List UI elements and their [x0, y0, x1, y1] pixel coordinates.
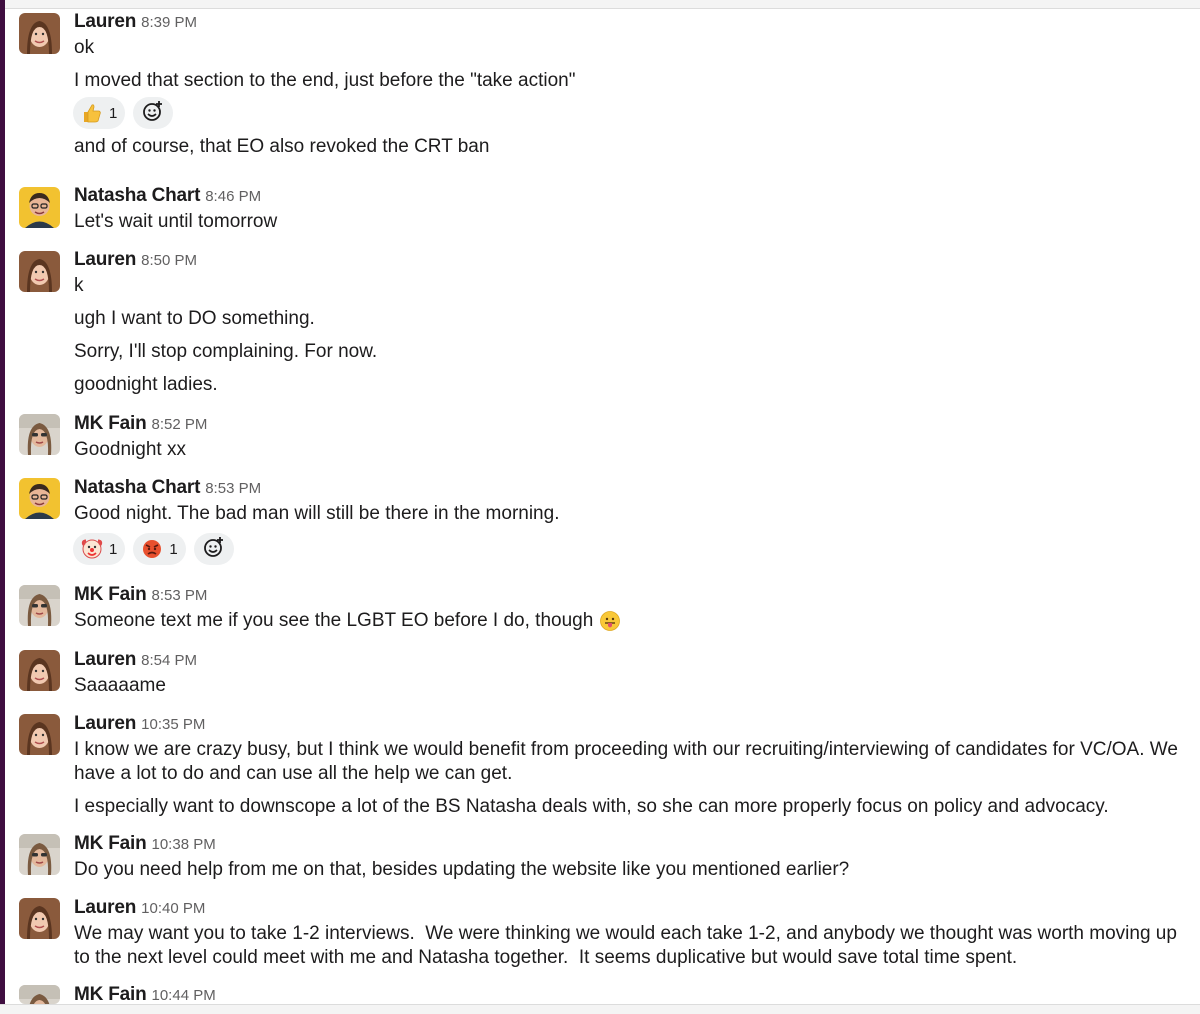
message-group: Lauren 10:40 PM We may want you to take 1…	[74, 894, 1184, 970]
message-group: Natasha Chart 8:46 PM Let's wait until to…	[74, 182, 277, 234]
author-name[interactable]: Lauren	[74, 897, 136, 918]
message-text: I know we are crazy busy, but I think we…	[74, 739, 1178, 784]
message-text: ugh I want to DO something.	[74, 308, 315, 329]
avatar-mk-fain[interactable]	[19, 985, 60, 1004]
add-reaction-icon	[203, 536, 225, 563]
message-group: Lauren 8:50 PM k ugh I want to DO somethi…	[74, 246, 377, 397]
reaction-clown-face[interactable]: 1	[73, 533, 126, 565]
message-text: I especially want to downscope a lot of …	[74, 796, 1109, 817]
timestamp[interactable]: 8:53 PM	[205, 480, 261, 497]
timestamp[interactable]: 8:54 PM	[141, 652, 197, 669]
add-reaction-button[interactable]	[133, 97, 174, 129]
author-name[interactable]: Lauren	[74, 11, 136, 32]
avatar-natasha-chart[interactable]	[19, 478, 60, 519]
timestamp[interactable]: 10:35 PM	[141, 716, 205, 733]
avatar-mk-fain[interactable]	[19, 834, 60, 875]
timestamp[interactable]: 8:52 PM	[152, 416, 208, 433]
message-group: Natasha Chart 8:53 PM Good night. The bad…	[73, 474, 560, 567]
timestamp[interactable]: 8:50 PM	[141, 252, 197, 269]
avatar-natasha-chart[interactable]	[19, 187, 60, 228]
avatar-mk-fain[interactable]	[19, 414, 60, 455]
author-name[interactable]: MK Fain	[74, 833, 147, 854]
timestamp[interactable]: 8:53 PM	[152, 587, 208, 604]
message-text: I moved that section to the end, just be…	[74, 70, 576, 91]
reaction-count: 1	[169, 540, 178, 558]
author-name[interactable]: Lauren	[74, 249, 136, 270]
timestamp[interactable]: 10:44 PM	[152, 987, 216, 1004]
author-name[interactable]: MK Fain	[74, 984, 147, 1005]
author-name[interactable]: MK Fain	[74, 584, 147, 605]
timestamp[interactable]: 8:46 PM	[205, 188, 261, 205]
message-text: goodnight ladies.	[74, 374, 218, 395]
avatar-lauren[interactable]	[19, 650, 60, 691]
reaction-thumbs-up[interactable]: 1	[73, 97, 126, 129]
message-text: Saaaaame	[74, 675, 166, 696]
message-text: Sorry, I'll stop complaining. For now.	[74, 341, 378, 362]
author-name[interactable]: Lauren	[74, 649, 136, 670]
timestamp[interactable]: 10:40 PM	[141, 900, 205, 917]
message-group: Lauren 8:54 PM Saaaaame	[74, 646, 197, 698]
message-text: Goodnight xx	[74, 439, 186, 460]
reaction-angry-face[interactable]: 1	[133, 533, 186, 565]
message-text: Good night. The bad man will still be th…	[74, 503, 560, 524]
avatar-mk-fain[interactable]	[19, 585, 60, 626]
workspace-sidebar-edge	[0, 0, 5, 1013]
message-group: Lauren 10:35 PM I know we are crazy busy,…	[74, 710, 1184, 819]
angry-face-icon	[141, 538, 163, 560]
message-text: and of course, that EO also revoked the …	[74, 136, 490, 157]
message-text: k	[74, 275, 84, 296]
thumbs-up-icon	[81, 102, 103, 124]
timestamp[interactable]: 10:38 PM	[152, 836, 216, 853]
message-group: MK Fain 8:53 PM Someone text me if you se…	[74, 581, 621, 633]
avatar-lauren[interactable]	[19, 13, 60, 54]
avatar-lauren[interactable]	[19, 714, 60, 755]
add-reaction-icon	[142, 100, 164, 127]
message-text: Do you need help from me on that, beside…	[74, 859, 850, 880]
author-name[interactable]: Natasha Chart	[74, 185, 200, 206]
clown-face-icon	[81, 538, 103, 560]
author-name[interactable]: Natasha Chart	[74, 477, 200, 498]
message-text: Someone text me if you see the LGBT EO b…	[74, 610, 594, 631]
reaction-count: 1	[109, 540, 118, 558]
message-group: Lauren 8:39 PM ok I moved that section to…	[73, 8, 576, 159]
author-name[interactable]: Lauren	[74, 713, 136, 734]
timestamp[interactable]: 8:39 PM	[141, 14, 197, 31]
avatar-lauren[interactable]	[19, 251, 60, 292]
add-reaction-button[interactable]	[193, 533, 234, 565]
author-name[interactable]: MK Fain	[74, 413, 147, 434]
avatar-lauren[interactable]	[19, 898, 60, 939]
message-text: Let's wait until tomorrow	[74, 211, 278, 232]
message-text: We may want you to take 1-2 interviews. …	[74, 923, 1183, 968]
message-group: MK Fain 8:52 PM Goodnight xx	[74, 410, 207, 462]
message-text: ok	[74, 37, 95, 58]
message-group: MK Fain 10:38 PM Do you need help from me…	[74, 830, 849, 882]
reaction-count: 1	[109, 104, 118, 122]
tongue-out-face-icon	[599, 610, 621, 632]
